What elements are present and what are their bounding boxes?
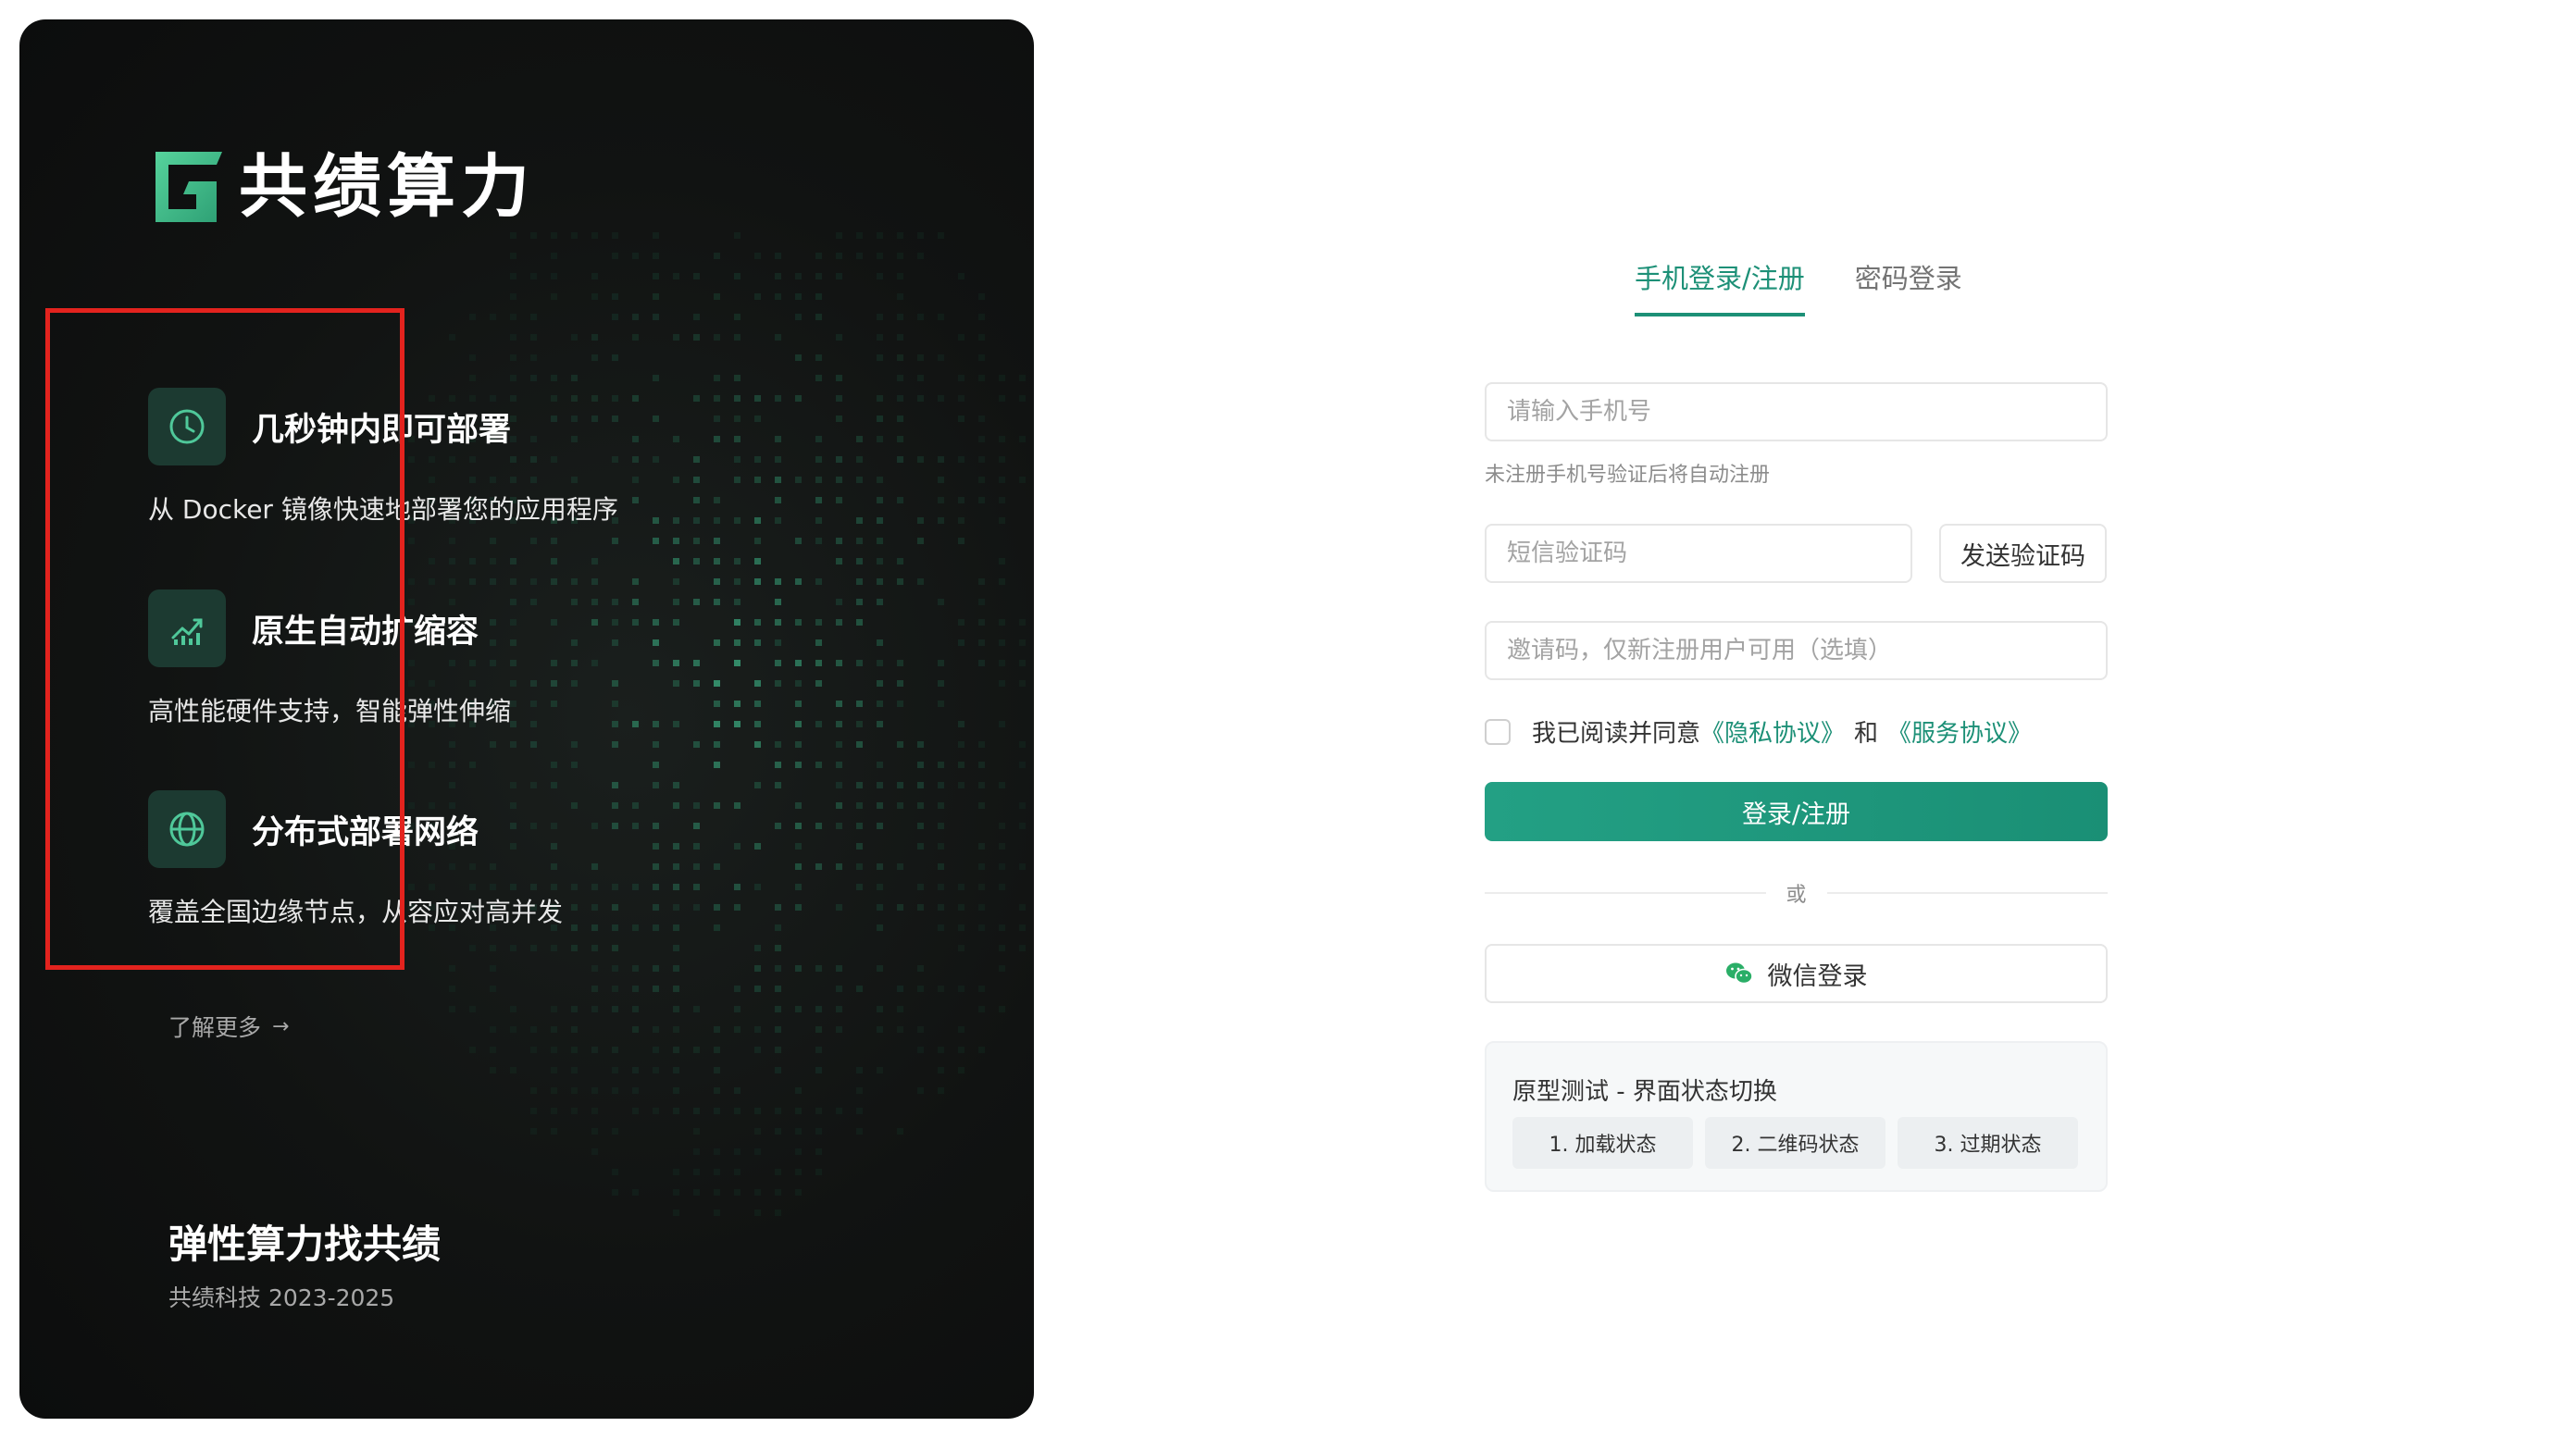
arrow-right-icon: → [272,1014,290,1038]
sms-code-input[interactable] [1485,524,1912,583]
loading-state-button[interactable]: 1. 加载状态 [1512,1117,1693,1169]
agreement-and: 和 [1854,720,1879,748]
copyright: 共绩科技 2023-2025 [168,1284,395,1311]
or-divider: 或 [1485,879,2109,907]
phone-input[interactable] [1485,382,2108,441]
prototype-state-panel: 原型测试 - 界面状态切换 1. 加载状态 2. 二维码状态 3. 过期状态 [1485,1041,2108,1192]
highlight-annotation-box [45,308,404,970]
learn-more-link[interactable]: 了解更多 → [168,1010,289,1043]
login-register-button[interactable]: 登录/注册 [1485,782,2108,841]
agreement-prefix: 我已阅读并同意 [1532,720,1701,748]
qrcode-state-button[interactable]: 2. 二维码状态 [1705,1117,1885,1169]
expired-state-button[interactable]: 3. 过期状态 [1898,1117,2078,1169]
service-agreement-link[interactable]: 《服务协议》 [1887,714,2032,749]
agreement-checkbox[interactable] [1485,718,1511,745]
slogan: 弹性算力找共绩 [168,1222,442,1267]
phone-register-hint: 未注册手机号验证后将自动注册 [1485,464,1771,487]
tab-password-login[interactable]: 密码登录 [1855,257,1962,316]
invite-code-input[interactable] [1485,621,2108,680]
privacy-policy-link[interactable]: 《隐私协议》 [1700,714,1845,749]
wechat-icon [1725,962,1753,985]
login-tabs: 手机登录/注册 密码登录 [1635,257,1962,316]
brand-name: 共绩算力 [239,147,535,227]
prototype-panel-title: 原型测试 - 界面状态切换 [1512,1078,1777,1106]
send-code-button[interactable]: 发送验证码 [1939,524,2107,583]
wechat-login-label: 微信登录 [1767,961,1868,991]
agreement-row: 我已阅读并同意 《隐私协议》 和 《服务协议》 [1485,714,2032,749]
tab-phone-login[interactable]: 手机登录/注册 [1635,257,1805,316]
or-label: 或 [1786,884,1807,907]
brand-g-logo-icon [156,152,222,222]
wechat-login-button[interactable]: 微信登录 [1485,944,2108,1003]
brand-logo: 共绩算力 [148,148,535,226]
learn-more-label: 了解更多 [168,1014,262,1041]
